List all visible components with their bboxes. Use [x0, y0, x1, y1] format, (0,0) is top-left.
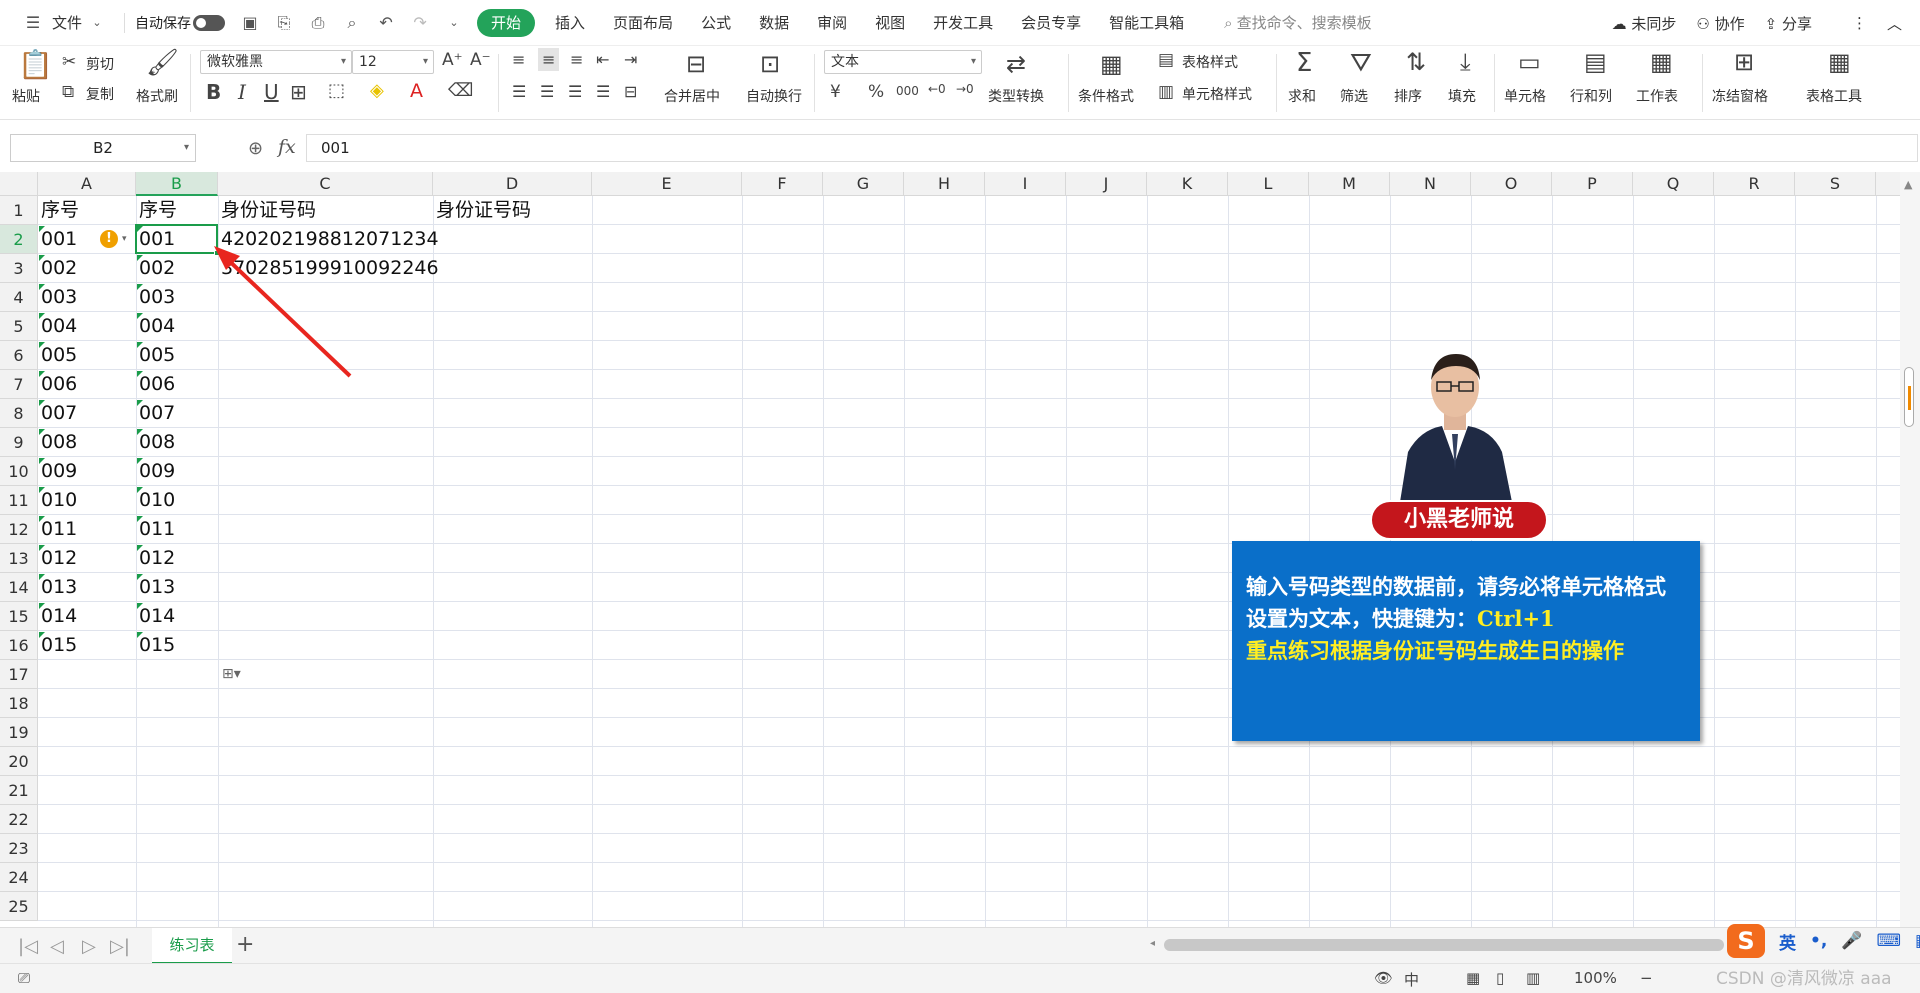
zoom-out-icon[interactable]: −: [1640, 969, 1653, 987]
tip-line-2: 设置为文本，快捷键为：Ctrl+1: [1246, 603, 1686, 635]
vertical-scroll-thumb[interactable]: [1904, 367, 1914, 427]
tip-line-3: 重点练习根据身份证号码生成生日的操作: [1246, 639, 1624, 663]
last-sheet-icon[interactable]: ▷|: [110, 936, 130, 957]
normal-view-icon[interactable]: ▦: [1466, 969, 1480, 987]
arrow-shaft: [220, 252, 352, 378]
zoom-level[interactable]: 100%: [1574, 969, 1617, 987]
punctuation-icon[interactable]: •,: [1810, 931, 1827, 951]
keyboard-icon[interactable]: ⌨: [1877, 931, 1902, 951]
arrow-annotation: [214, 246, 352, 378]
sogou-logo-icon[interactable]: S: [1727, 924, 1765, 958]
sheet-tab-bar: |◁ ◁ ▷ ▷| 练习表 + ◂: [0, 927, 1920, 964]
tip-line-1: 输入号码类型的数据前，请务必将单元格格式: [1246, 575, 1666, 599]
ime-toolbar: S 英 •, 🎤 ⌨ ▦: [1727, 924, 1920, 958]
presenter-photo: [1400, 354, 1512, 502]
horizontal-scrollbar[interactable]: ◂: [1150, 936, 1750, 954]
macro-icon[interactable]: ⎚: [18, 969, 30, 987]
sheet-tab[interactable]: 练习表: [152, 928, 232, 964]
scroll-left-icon[interactable]: ◂: [1150, 938, 1155, 949]
page-layout-view-icon[interactable]: ▯: [1496, 969, 1504, 987]
shortcut-key: Ctrl+1: [1477, 606, 1555, 631]
next-sheet-icon[interactable]: ▷: [82, 936, 96, 957]
add-sheet-icon[interactable]: +: [236, 932, 254, 957]
presenter-badge: 小黑老师说: [1370, 500, 1548, 540]
status-bar: ⎚ 👁 中 ▦ ▯ ▥ 100% −: [0, 963, 1920, 993]
first-sheet-icon[interactable]: |◁: [18, 936, 38, 957]
horizontal-scroll-thumb[interactable]: [1164, 939, 1724, 951]
watermark: CSDN @清风微凉 aaa: [1716, 969, 1892, 989]
tip-line-2-text: 设置为文本，快捷键为：: [1246, 607, 1477, 631]
ime-language[interactable]: 英: [1779, 929, 1796, 954]
tip-callout: 输入号码类型的数据前，请务必将单元格格式 设置为文本，快捷键为：Ctrl+1 重…: [1232, 541, 1700, 741]
microphone-icon[interactable]: 🎤: [1841, 931, 1862, 951]
scroll-up-icon[interactable]: ▲: [1904, 178, 1912, 191]
input-mode[interactable]: 中: [1404, 969, 1419, 990]
page-break-view-icon[interactable]: ▥: [1526, 969, 1540, 987]
prev-sheet-icon[interactable]: ◁: [50, 936, 64, 957]
eye-protection-icon[interactable]: 👁: [1374, 969, 1393, 987]
toolbox-icon[interactable]: ▦: [1915, 931, 1920, 951]
vertical-scrollbar[interactable]: ▲: [1900, 172, 1920, 927]
